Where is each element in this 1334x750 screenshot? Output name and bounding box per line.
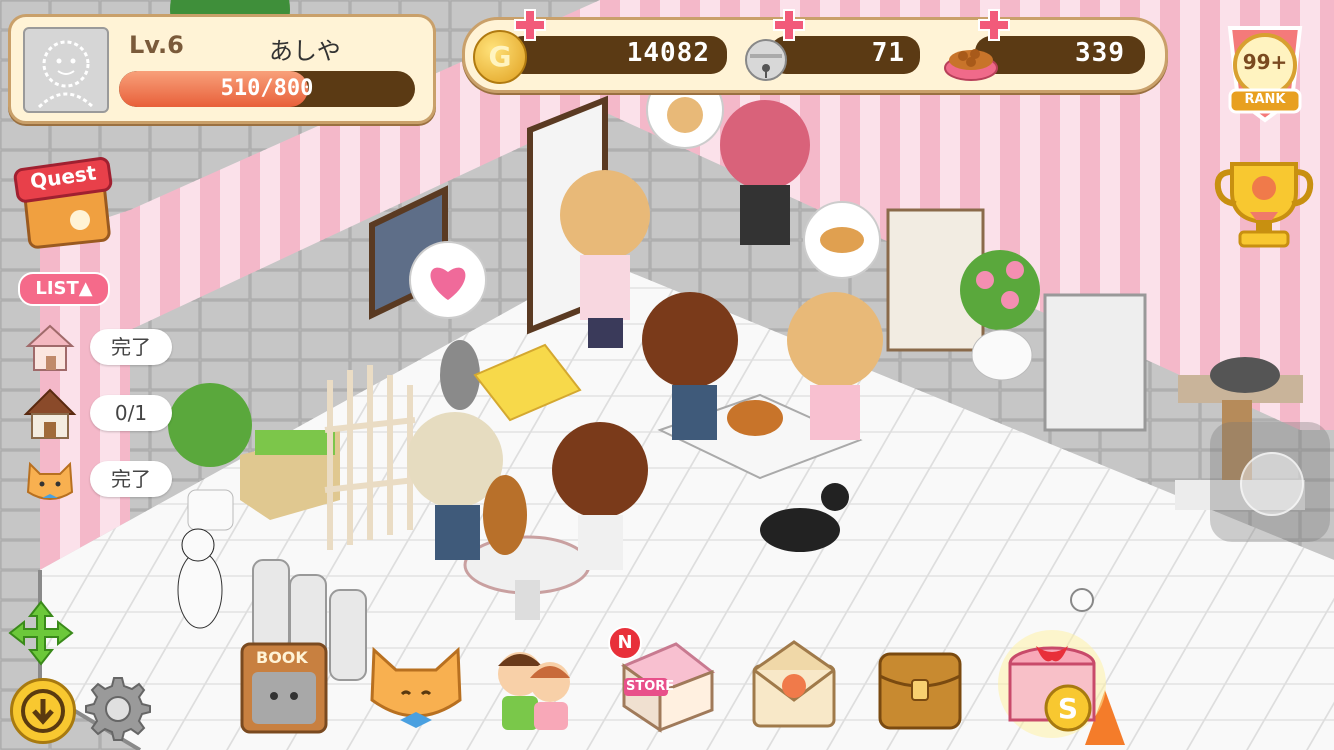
house-icon bbox=[25, 324, 75, 371]
new-badge: N bbox=[608, 626, 642, 660]
joystick-knob-icon bbox=[1240, 452, 1304, 516]
joystick-button[interactable] bbox=[1210, 422, 1330, 542]
bell-plus-icon[interactable] bbox=[772, 8, 806, 42]
cat-face-icon bbox=[26, 461, 74, 500]
shop-gift-button[interactable]: S bbox=[996, 628, 1108, 740]
gold-glyph: G bbox=[488, 40, 512, 73]
list-item[interactable]: 完了 bbox=[22, 452, 172, 508]
task-status: 0/1 bbox=[90, 395, 172, 431]
bell-value: 71 bbox=[871, 38, 905, 68]
arrow-down-icon bbox=[21, 689, 65, 733]
gold-value: 14082 bbox=[626, 38, 710, 68]
player-name: あしや bbox=[269, 37, 341, 65]
store-button[interactable]: STORE N bbox=[608, 626, 722, 738]
list-item[interactable]: 完了 bbox=[22, 320, 172, 376]
gold-plus-icon[interactable] bbox=[513, 8, 547, 42]
mail-icon[interactable] bbox=[744, 636, 844, 736]
task-status: 完了 bbox=[90, 461, 172, 497]
player-level: Lv.6 bbox=[129, 31, 184, 59]
gear-icon[interactable] bbox=[84, 674, 152, 742]
trophy-icon[interactable] bbox=[1212, 148, 1316, 252]
download-button[interactable] bbox=[10, 678, 76, 744]
book-label: BOOK bbox=[256, 648, 308, 667]
currency-panel: 14082 G 71 339 bbox=[462, 9, 1168, 93]
exp-text: 510/800 bbox=[220, 76, 314, 101]
friends-icon[interactable] bbox=[484, 636, 584, 736]
list-item[interactable]: 0/1 bbox=[22, 386, 172, 442]
cabin-icon bbox=[23, 388, 77, 439]
avatar-placeholder-icon bbox=[37, 40, 95, 109]
task-status: 完了 bbox=[90, 329, 172, 365]
quest-button[interactable]: Quest bbox=[10, 150, 114, 250]
book-button[interactable]: BOOK bbox=[234, 636, 334, 736]
exp-bar: 510/800 bbox=[119, 71, 415, 107]
shop-label: S bbox=[1057, 692, 1079, 725]
rank-badge-text: 99+ bbox=[1242, 50, 1288, 74]
food-value: 339 bbox=[1075, 38, 1125, 68]
player-panel[interactable]: Lv.6 あしや 510/800 bbox=[8, 14, 436, 124]
bag-icon[interactable] bbox=[870, 636, 970, 736]
cat-button-icon[interactable] bbox=[366, 636, 466, 736]
rank-label: RANK bbox=[1244, 92, 1286, 107]
list-toggle-button[interactable]: LIST▲ bbox=[18, 272, 110, 306]
food-plus-icon[interactable] bbox=[977, 8, 1011, 42]
move-arrows-icon[interactable] bbox=[8, 600, 74, 666]
gift-icon bbox=[998, 630, 1106, 738]
rank-button[interactable]: 99+ RANK bbox=[1222, 20, 1308, 126]
store-label: STORE bbox=[626, 679, 675, 694]
avatar[interactable] bbox=[23, 27, 109, 113]
